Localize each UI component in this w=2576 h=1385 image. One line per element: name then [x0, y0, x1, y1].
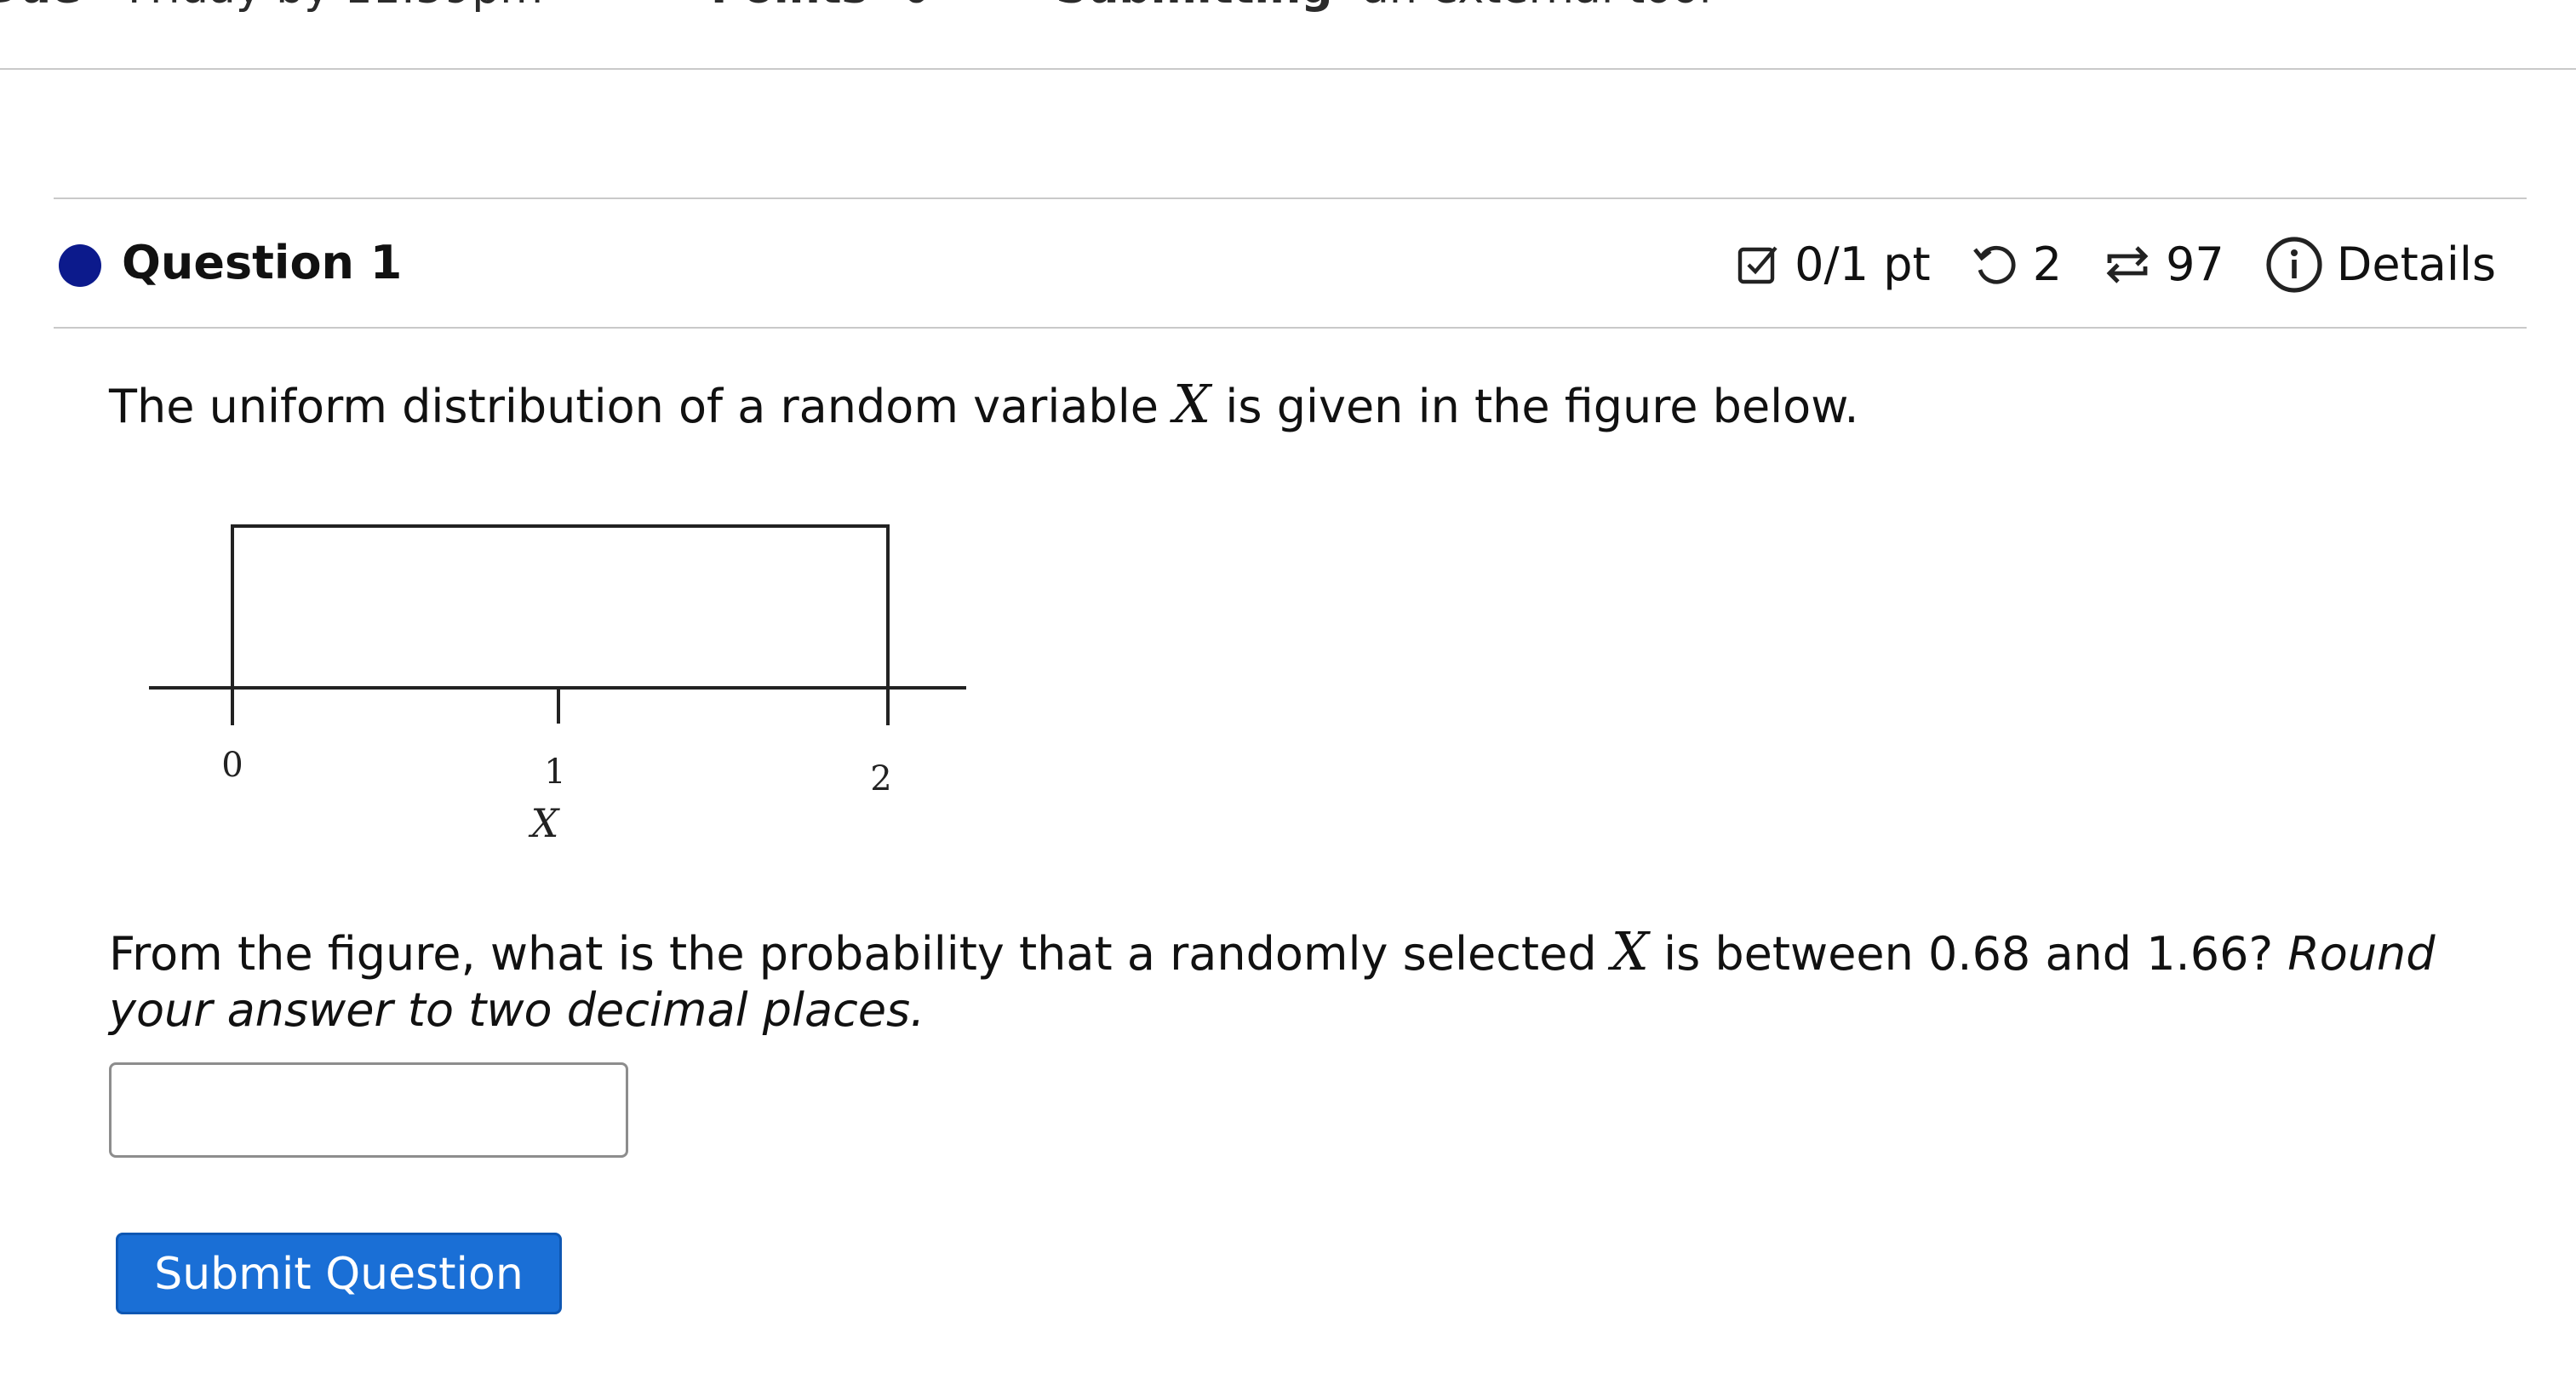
prompt-text-after: is between 0.68 and 1.66? [1648, 927, 2288, 981]
info-icon[interactable] [2264, 234, 2325, 295]
score-text: 0/1 pt [1795, 238, 1931, 291]
submitting-value: an external tool [1362, 0, 1711, 14]
axis-label: X [529, 800, 561, 846]
uniform-distribution-figure: 0 1 2 X [136, 511, 987, 872]
tick-label-0: 0 [221, 746, 243, 785]
retry-icon [1970, 239, 2021, 290]
details-link[interactable]: Details [2337, 235, 2496, 295]
question-prompt: From the figure, what is the probability… [109, 924, 2493, 1039]
submit-question-button[interactable]: Submit Question [116, 1233, 562, 1314]
points-label: Points [711, 0, 868, 14]
tick-label-2: 2 [870, 759, 891, 798]
repeat-icon [2101, 239, 2154, 290]
statement-text-before: The uniform distribution of a random var… [109, 380, 1174, 433]
points-value: 0 [902, 0, 930, 14]
density-rectangle [231, 524, 890, 690]
tick-label-1: 1 [544, 753, 565, 792]
due-value: Friday by 11:59pm [128, 0, 543, 14]
checkbox-icon [1735, 241, 1783, 289]
statement-text-after: is given in the figure below. [1211, 380, 1859, 433]
question-header: Question 1 0/1 pt 2 97 Details [54, 197, 2527, 329]
due-label: Due [0, 0, 81, 14]
prompt-text-before: From the figure, what is the probability… [109, 927, 1611, 981]
prompt-math-variable: X [1611, 920, 1649, 982]
answer-input[interactable] [109, 1062, 628, 1158]
question-meta: 0/1 pt 2 97 Details [1735, 235, 2496, 295]
question-title: Question 1 [122, 236, 403, 289]
status-dot [59, 244, 101, 287]
assignment-info-bar: Due Friday by 11:59pm Points 0 Submittin… [0, 0, 2576, 70]
attempts-count: 97 [2166, 238, 2224, 291]
question-statement: The uniform distribution of a random var… [109, 375, 1859, 437]
retries-count: 2 [2032, 238, 2063, 291]
submitting-label: Submitting [1056, 0, 1332, 14]
math-variable: X [1173, 373, 1211, 435]
